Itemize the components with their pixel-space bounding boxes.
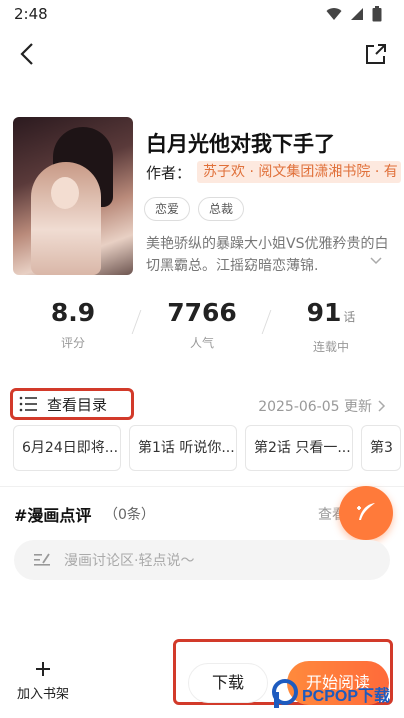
watermark: PCPOP下载 [272, 676, 400, 712]
author-row: 作者： 苏子欢 · 阅文集团潇湘书院 · 有 [146, 161, 402, 183]
battery-icon [372, 6, 382, 22]
back-button[interactable] [14, 40, 42, 68]
stat-value: 8.9 [50, 298, 96, 327]
book-cover[interactable] [13, 117, 133, 275]
chapter-item[interactable]: 第2话 只看一... [245, 425, 353, 471]
quill-icon [357, 503, 375, 520]
stat-value: 91 [306, 298, 342, 327]
shelf-label: 加入书架 [16, 687, 69, 702]
stat-value: 7766 [167, 298, 237, 327]
author-value[interactable]: 苏子欢 · 阅文集团潇湘书院 · 有 [197, 161, 402, 183]
stat-divider [131, 310, 142, 334]
chapter-item[interactable]: 第3 [361, 425, 401, 471]
catalog-button[interactable]: 查看目录 [10, 388, 134, 420]
watermark-text: PCPOP下载 [302, 688, 391, 705]
chapter-list: 6月24日即将... 第1话 听说你... 第2话 只看一... 第3 [13, 425, 404, 473]
status-bar: 2:48 [0, 0, 404, 30]
review-title: #漫画点评 [14, 506, 92, 525]
signal-icon [351, 8, 363, 20]
pcpop-logo-icon [272, 679, 298, 708]
chapter-item[interactable]: 6月24日即将... [13, 425, 121, 471]
tag[interactable]: 恋爱 [144, 197, 191, 221]
edit-icon [34, 553, 50, 566]
comment-input[interactable]: 漫画讨论区·轻点说～ [14, 540, 390, 580]
catalog-label: 查看目录 [47, 395, 108, 414]
status-icons [326, 6, 382, 22]
chevron-down-icon[interactable] [369, 253, 383, 267]
book-description[interactable]: 美艳骄纵的暴躁大小姐VS优雅矜贵的白切黑霸总。江摇窈暗恋薄锦. [146, 233, 390, 277]
top-bar [0, 36, 404, 72]
chapter-item[interactable]: 第1话 听说你... [129, 425, 237, 471]
write-comment-fab[interactable] [339, 486, 393, 540]
stat-rating: 8.9 评分 [44, 296, 102, 351]
stat-label: 人气 [189, 336, 214, 350]
status-time: 2:48 [14, 5, 48, 23]
stat-episodes: 91 话 连载中 [300, 296, 362, 355]
download-button[interactable]: 下载 [188, 663, 268, 703]
stat-divider [261, 310, 272, 334]
book-title: 白月光他对我下手了 [146, 132, 335, 156]
chevron-right-icon [378, 400, 386, 412]
comment-placeholder: 漫画讨论区·轻点说～ [64, 553, 195, 569]
tag[interactable]: 总裁 [198, 197, 245, 221]
list-icon [19, 396, 37, 412]
update-text: 2025-06-05 更新 [258, 399, 372, 415]
stats-row: 8.9 评分 7766 人气 91 话 连载中 [0, 296, 404, 360]
update-info[interactable]: 2025-06-05 更新 [258, 396, 386, 416]
share-button[interactable] [362, 40, 390, 68]
stat-label: 连载中 [312, 340, 349, 354]
add-to-shelf-button[interactable]: 加入书架 [10, 661, 76, 702]
tag-list: 恋爱 总裁 [144, 197, 245, 221]
stat-popularity: 7766 人气 [162, 296, 242, 351]
stat-label: 评分 [60, 336, 85, 350]
plus-icon [36, 662, 50, 676]
share-icon [366, 44, 386, 64]
stat-unit: 话 [343, 310, 356, 324]
chevron-left-icon [20, 43, 33, 65]
wifi-icon [326, 8, 342, 20]
review-count: （0条） [104, 507, 155, 523]
author-label: 作者： [146, 163, 192, 182]
section-divider [0, 486, 404, 487]
